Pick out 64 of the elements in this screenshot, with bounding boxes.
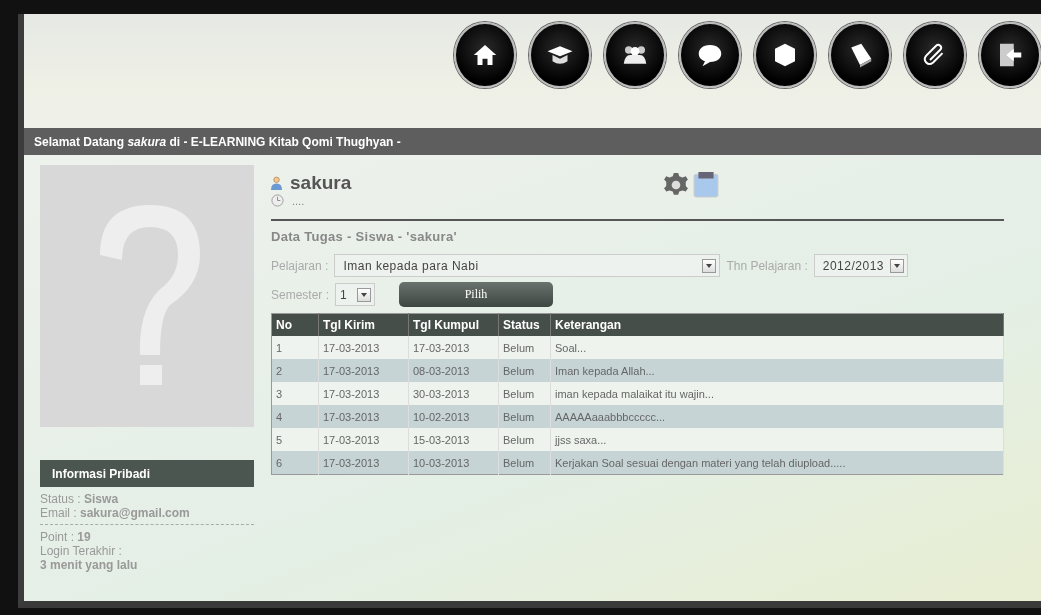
field-label: Semester : — [271, 287, 330, 302]
column-header: Tgl Kirim — [318, 313, 409, 336]
column-header: Tgl Kumpul — [408, 313, 499, 336]
clock-icon — [271, 194, 284, 207]
table-cell: 1 — [271, 336, 319, 359]
book-icon[interactable] — [829, 22, 891, 88]
table-cell: 17-03-2013 — [408, 336, 499, 359]
info-panel-title: Informasi Pribadi — [52, 466, 151, 481]
field-label: Thn Pelajaran : — [726, 258, 808, 273]
table-cell: 17-03-2013 — [318, 428, 409, 451]
subject-select[interactable]: Iman kepada para Nabi — [334, 254, 721, 277]
user-icon — [271, 175, 282, 191]
column-header: Keterangan — [550, 313, 1004, 336]
log-icon[interactable] — [693, 172, 719, 198]
table-cell: Iman kepada Allah... — [550, 359, 1004, 382]
table-cell: 15-03-2013 — [408, 428, 499, 451]
field-label: Pelajaran : — [271, 258, 329, 273]
username: sakura — [290, 172, 352, 194]
table-cell: 17-03-2013 — [318, 405, 409, 428]
logout-icon[interactable] — [979, 22, 1041, 88]
table-cell: Belum — [498, 359, 551, 382]
table-cell: Kerjakan Soal sesuai dengan materi yang telah diupload..... — [550, 451, 1004, 475]
table-cell: 17-03-2013 — [318, 336, 409, 359]
table-cell: 10-03-2013 — [408, 451, 499, 475]
table-cell: AAAAAaaabbbccccc... — [550, 405, 1004, 428]
paperclip-icon[interactable] — [904, 22, 966, 88]
settings-icon[interactable] — [663, 172, 689, 198]
semester-select[interactable]: 1 — [335, 283, 376, 306]
table-cell: 5 — [271, 428, 319, 451]
table-cell: iman kepada malaikat itu wajin... — [550, 382, 1004, 405]
submit-button[interactable]: Pilih — [399, 282, 554, 307]
speech-bubble-icon[interactable] — [679, 22, 741, 88]
home-icon[interactable] — [454, 22, 516, 88]
info-text: 3 menit yang lalu — [40, 558, 139, 572]
table-cell: 17-03-2013 — [318, 451, 409, 475]
table-cell: Belum — [498, 428, 551, 451]
graduation-cap-icon[interactable] — [529, 22, 591, 88]
table-cell: 10-02-2013 — [408, 405, 499, 428]
table-cell: jjss saxa... — [550, 428, 1004, 451]
welcome-text: Selamat Datang sakura di - E-LEARNING Kitab Qomi Thughyan - — [34, 134, 401, 149]
section-title: Data Tugas - Siswa - 'sakura' — [271, 229, 458, 244]
table-cell: 17-03-2013 — [318, 359, 409, 382]
box-icon[interactable] — [754, 22, 816, 88]
info-text: Email : sakura@gmail.com — [40, 506, 191, 520]
table-cell: Belum — [498, 405, 551, 428]
table-cell: 17-03-2013 — [318, 382, 409, 405]
table-cell: Belum — [498, 336, 551, 359]
table-cell: 30-03-2013 — [408, 382, 499, 405]
table-cell: Belum — [498, 382, 551, 405]
column-header: No — [271, 313, 319, 336]
table-cell: 08-03-2013 — [408, 359, 499, 382]
table-cell: Soal... — [550, 336, 1004, 359]
info-text: Point : 19 — [40, 530, 92, 544]
info-text: Status : Siswa — [40, 492, 120, 506]
column-header: Status — [498, 313, 551, 336]
info-text: Login Terakhir : — [40, 544, 123, 558]
table-cell: 4 — [271, 405, 319, 428]
table-cell: 3 — [271, 382, 319, 405]
table-cell: 2 — [271, 359, 319, 382]
last-seen-text: .... — [292, 194, 305, 207]
table-cell: 6 — [271, 451, 319, 475]
users-icon[interactable] — [604, 22, 666, 88]
table-cell: Belum — [498, 451, 551, 475]
year-select[interactable]: 2012/2013 — [813, 254, 908, 277]
